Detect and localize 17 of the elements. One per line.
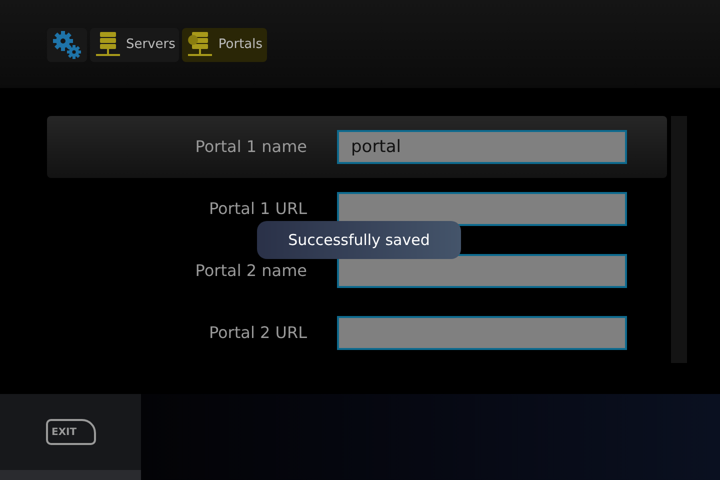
focused-row[interactable]: Portal 1 name portal (47, 116, 667, 178)
exit-button[interactable]: EXIT (46, 419, 96, 445)
field-label: Portal 1 URL (208, 198, 308, 220)
field-label: Portal 2 name (194, 260, 308, 282)
input-field[interactable] (337, 192, 627, 226)
gears-icon (51, 29, 83, 61)
server-gear-icon (186, 31, 214, 59)
server-icon (94, 31, 122, 59)
breadcrumb-item[interactable]: Portals (182, 28, 267, 62)
breadcrumb-item[interactable]: Servers (90, 28, 180, 62)
input-field[interactable] (337, 316, 627, 350)
input-field[interactable]: portal (337, 130, 627, 164)
toast: Successfully saved (257, 221, 461, 259)
input-field[interactable] (337, 254, 627, 288)
field-label: Portal 2 URL (208, 322, 308, 344)
field-label: Portal 1 name (194, 136, 308, 158)
settings-button[interactable] (47, 28, 87, 62)
